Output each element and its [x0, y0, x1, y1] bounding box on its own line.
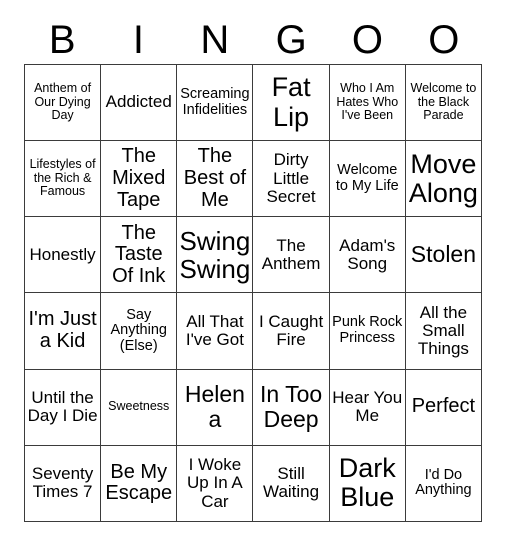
bingo-cell-label: Until the Day I Die [27, 387, 98, 426]
bingo-cell-label: The Best of Me [183, 145, 247, 211]
bingo-cell-label: Seventy Times 7 [31, 464, 94, 502]
bingo-cell[interactable]: Still Waiting [253, 445, 330, 522]
bingo-cell[interactable]: Punk Rock Princess [329, 293, 406, 370]
bingo-cell[interactable]: Helena [177, 369, 254, 446]
header-letter-3: N [200, 18, 230, 62]
bingo-cell[interactable]: Dark Blue [329, 445, 406, 522]
bingo-cell[interactable]: Screaming Infidelities [177, 65, 254, 142]
bingo-cell-label: The Taste Of Ink [112, 221, 166, 287]
bingo-cell-label: In Too Deep [259, 381, 323, 433]
header-letter-6: O [428, 18, 460, 62]
bingo-cell[interactable]: Dirty Little Secret [253, 141, 330, 218]
bingo-cell-label: Honestly [29, 244, 96, 264]
bingo-cell-label: Helena [184, 381, 245, 433]
bingo-cell[interactable]: Hear You Me [329, 369, 406, 446]
bingo-cell[interactable]: Welcome to My Life [329, 141, 406, 218]
bingo-grid: Anthem of Our Dying Day Addicted Screaming… [24, 64, 482, 522]
header-letter-2: I [132, 18, 145, 62]
bingo-cell[interactable]: Perfect [405, 369, 482, 446]
bingo-cell[interactable]: All That I've Got [177, 293, 254, 370]
bingo-cell[interactable]: The Taste Of Ink [101, 217, 178, 294]
bingo-cell-label: Who I Am Hates Who I've Been [336, 81, 399, 123]
bingo-cell[interactable]: Sweetness [101, 369, 178, 446]
bingo-cell-label: Hear You Me [332, 387, 403, 426]
bingo-cell[interactable]: Fat Lip [253, 65, 330, 142]
bingo-cell[interactable]: I'm Just a Kid [25, 293, 102, 370]
bingo-cell[interactable]: Anthem of Our Dying Day [25, 65, 102, 142]
bingo-cell-label: I'd Do Anything [415, 466, 472, 499]
bingo-cell-label: I Woke Up In A Car [187, 454, 243, 511]
bingo-cell-label: Dark Blue [338, 453, 396, 513]
bingo-cell-label: Swing Swing [179, 225, 251, 284]
bingo-cell-label: Welcome to My Life [335, 162, 399, 194]
bingo-cell[interactable]: Who I Am Hates Who I've Been [329, 65, 406, 142]
bingo-cell-label: The Anthem [261, 235, 321, 273]
bingo-cell[interactable]: The Mixed Tape [101, 141, 178, 218]
bingo-cell-label: Stolen [410, 241, 477, 268]
bingo-header-row: B I N G O O [24, 12, 482, 62]
bingo-cell-label: Lifestyles of the Rich & Famous [29, 157, 96, 199]
bingo-cell[interactable]: I'd Do Anything [405, 445, 482, 522]
bingo-cell-label: Punk Rock Princess [332, 314, 403, 347]
bingo-cell[interactable]: Addicted [101, 65, 178, 142]
bingo-cell-label: Dirty Little Secret [266, 150, 316, 206]
bingo-cell-label: Still Waiting [263, 464, 320, 502]
bingo-cell-label: I Caught Fire [258, 311, 324, 350]
bingo-cell-label: Perfect [411, 395, 476, 418]
bingo-cell-label: The Mixed Tape [112, 145, 166, 211]
bingo-cell-label: Welcome to the Black Parade [410, 81, 477, 123]
bingo-cell[interactable]: Lifestyles of the Rich & Famous [25, 141, 102, 218]
header-letter-1: B [48, 18, 76, 62]
bingo-cell-label: Be My Escape [105, 460, 173, 505]
bingo-cell[interactable]: Move Along [405, 141, 482, 218]
bingo-cell[interactable]: I Woke Up In A Car [177, 445, 254, 522]
bingo-cell[interactable]: In Too Deep [253, 369, 330, 446]
bingo-cell-label: Move Along [408, 148, 478, 208]
bingo-cell[interactable]: Adam's Song [329, 217, 406, 294]
bingo-cell[interactable]: The Anthem [253, 217, 330, 294]
bingo-cell-label: Anthem of Our Dying Day [34, 81, 92, 123]
bingo-cell[interactable]: Say Anything (Else) [101, 293, 178, 370]
bingo-cell[interactable]: Seventy Times 7 [25, 445, 102, 522]
header-letter-5: O [351, 18, 384, 62]
bingo-cell-label: Sweetness [108, 399, 170, 414]
bingo-cell-label: Screaming Infidelities [180, 85, 250, 118]
bingo-cell-label: Adam's Song [339, 235, 396, 273]
bingo-cell-label: Addicted [105, 92, 172, 112]
bingo-cell-label: All That I've Got [185, 311, 244, 350]
bingo-cell-label: I'm Just a Kid [28, 308, 97, 353]
bingo-card: B I N G O O Anthem of Our Dying Day Addic… [0, 0, 506, 544]
bingo-cell-label: Fat Lip [271, 72, 311, 132]
bingo-cell[interactable]: Until the Day I Die [25, 369, 102, 446]
bingo-cell[interactable]: Swing Swing [177, 217, 254, 294]
bingo-cell[interactable]: Honestly [25, 217, 102, 294]
bingo-cell-label: All the Small Things [417, 302, 469, 359]
bingo-cell[interactable]: I Caught Fire [253, 293, 330, 370]
bingo-cell-label: Say Anything (Else) [110, 306, 167, 354]
bingo-cell[interactable]: Welcome to the Black Parade [405, 65, 482, 142]
header-letter-4: G [275, 18, 307, 62]
bingo-cell[interactable]: Be My Escape [101, 445, 178, 522]
bingo-cell[interactable]: All the Small Things [405, 293, 482, 370]
bingo-cell[interactable]: Stolen [405, 217, 482, 294]
bingo-cell[interactable]: The Best of Me [177, 141, 254, 218]
